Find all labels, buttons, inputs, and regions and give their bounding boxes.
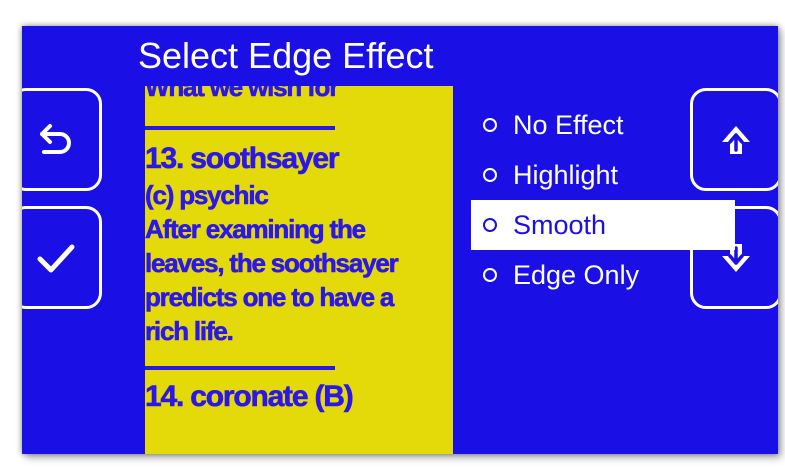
preview-line: After examining the: [145, 214, 366, 245]
back-button[interactable]: [22, 88, 102, 191]
edge-effect-options: No Effect Highlight Smooth Edge Only: [471, 100, 735, 300]
preview-heading: 13. soothsayer: [145, 142, 340, 176]
preview-line: predicts one to have a: [145, 282, 395, 313]
preview-line: rich life.: [145, 316, 234, 347]
magnifier-screen: Select Edge Effect What we wish for 13. …: [22, 26, 778, 454]
option-smooth[interactable]: Smooth: [471, 200, 735, 250]
preview-line: leaves, the soothsayer: [145, 248, 399, 279]
option-label: Smooth: [513, 209, 607, 240]
preview-divider: [145, 126, 335, 130]
option-label: Highlight: [513, 159, 619, 190]
option-edge-only[interactable]: Edge Only: [471, 250, 735, 300]
option-no-effect[interactable]: No Effect: [471, 100, 735, 150]
preview-line: (c) psychic: [145, 180, 269, 211]
confirm-button[interactable]: [22, 206, 102, 309]
edge-effect-preview: What we wish for 13. soothsayer (c) psyc…: [145, 86, 453, 454]
radio-icon: [483, 268, 497, 282]
option-highlight[interactable]: Highlight: [471, 150, 735, 200]
back-arrow-icon: [40, 123, 71, 154]
checkmark-icon: [37, 244, 75, 272]
option-label: No Effect: [513, 109, 624, 140]
dialog-title: Select Edge Effect: [138, 35, 434, 76]
preview-top-line: What we wish for: [145, 86, 340, 102]
preview-next-heading: 14. coronate (B): [145, 380, 354, 414]
preview-divider: [145, 366, 335, 370]
radio-icon: [483, 168, 497, 182]
radio-icon: [483, 118, 497, 132]
radio-icon: [483, 218, 497, 232]
preview-document: What we wish for 13. soothsayer (c) psyc…: [145, 86, 453, 416]
option-label: Edge Only: [513, 259, 640, 290]
